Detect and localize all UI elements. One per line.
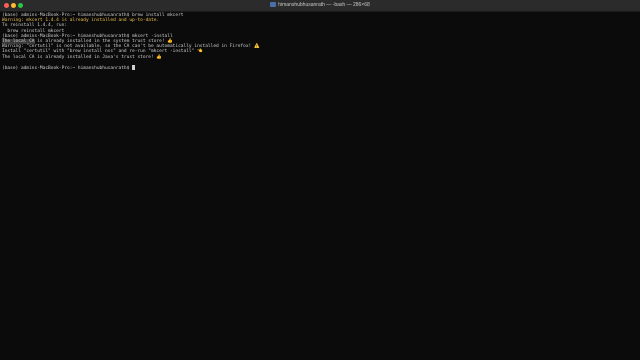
window-title-area: himanshubhusanrath — -bash — 286×68 (0, 1, 640, 10)
folder-icon (270, 2, 277, 7)
line-text: The local CA is already installed in Jav… (2, 54, 163, 60)
line-text: (base) admins-MacBook-Pro:~ himanshubhus… (2, 65, 133, 71)
window-title: himanshubhusanrath — -bash — 286×68 (278, 2, 370, 8)
title-bar[interactable]: himanshubhusanrath — -bash — 286×68 (0, 0, 640, 12)
terminal-window: himanshubhusanrath — -bash — 286×68 (bas… (0, 0, 640, 360)
terminal-output[interactable]: (base) admins-MacBook-Pro:~ himanshubhus… (2, 13, 638, 360)
terminal-line: (base) admins-MacBook-Pro:~ himanshubhus… (2, 64, 638, 71)
text-cursor (132, 64, 136, 70)
